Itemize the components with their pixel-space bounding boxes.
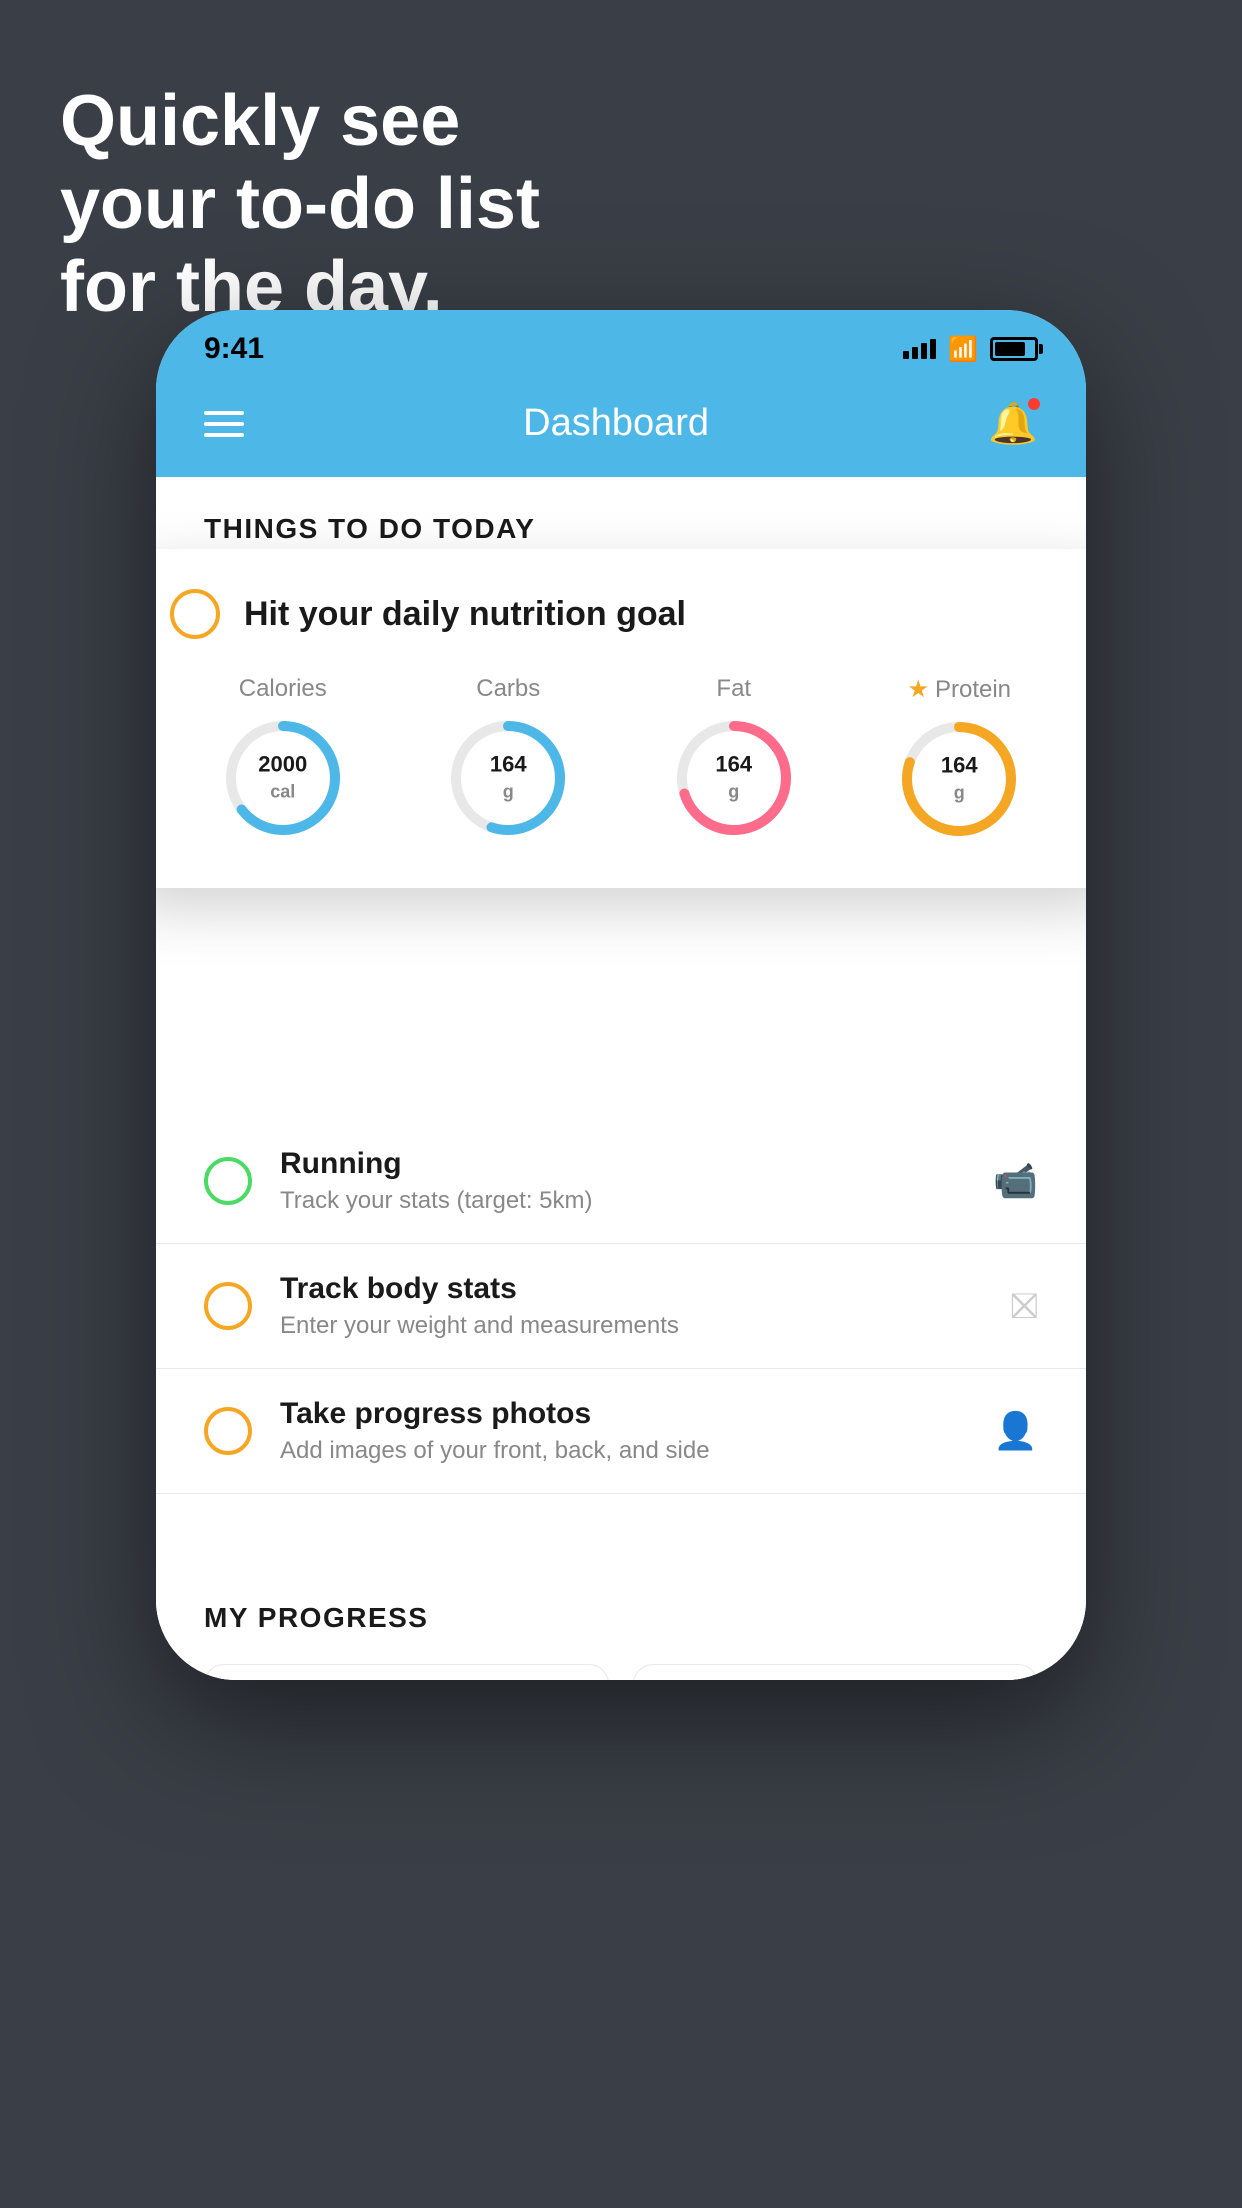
nutrition-row: Calories 2000cal xyxy=(170,675,1072,844)
nav-title: Dashboard xyxy=(523,402,709,445)
running-icon: 📹 xyxy=(993,1160,1038,1202)
protein-value: 164g xyxy=(941,753,978,806)
todo-item-body-stats[interactable]: Track body stats Enter your weight and m… xyxy=(156,1244,1086,1369)
body-fat-card: Body Fat 23 % xyxy=(633,1664,1038,1680)
body-weight-card: Body Weight 100 kg xyxy=(204,1664,609,1680)
protein-donut: 164g xyxy=(894,714,1024,844)
nutrition-checkbox[interactable] xyxy=(170,589,220,639)
carbs-value: 164g xyxy=(490,752,527,805)
nav-bar: Dashboard 🔔 xyxy=(156,380,1086,477)
calories-donut: 2000cal xyxy=(218,713,348,843)
card-header: Hit your daily nutrition goal xyxy=(170,589,1072,639)
wifi-icon: 📶 xyxy=(948,335,978,364)
body-stats-checkbox[interactable] xyxy=(204,1282,252,1330)
running-subtitle: Track your stats (target: 5km) xyxy=(280,1187,965,1215)
nutrition-calories: Calories 2000cal xyxy=(218,675,348,843)
status-icons: 📶 xyxy=(903,335,1038,364)
main-content: THINGS TO DO TODAY Hit your daily nutrit… xyxy=(156,477,1086,1680)
hamburger-menu[interactable] xyxy=(204,411,244,437)
running-checkbox[interactable] xyxy=(204,1157,252,1205)
photos-text: Take progress photos Add images of your … xyxy=(280,1397,965,1465)
status-bar: 9:41 📶 xyxy=(156,310,1086,380)
running-text: Running Track your stats (target: 5km) xyxy=(280,1147,965,1215)
todo-list: Running Track your stats (target: 5km) 📹… xyxy=(156,1119,1086,1494)
progress-header: MY PROGRESS xyxy=(204,1602,1038,1634)
carbs-label: Carbs xyxy=(476,675,540,703)
fat-value: 164g xyxy=(715,752,752,805)
phone-wrapper: 9:41 📶 Dashboard xyxy=(156,310,1086,1680)
progress-section: MY PROGRESS Body Weight 100 kg xyxy=(156,1554,1086,1680)
body-stats-title: Track body stats xyxy=(280,1272,983,1306)
photos-icon: 👤 xyxy=(993,1410,1038,1452)
nutrition-carbs: Carbs 164g xyxy=(443,675,573,843)
star-icon: ★ xyxy=(907,675,929,704)
battery-icon xyxy=(990,337,1038,361)
calories-label: Calories xyxy=(239,675,327,703)
hero-text: Quickly see your to-do list for the day. xyxy=(60,80,540,328)
phone: 9:41 📶 Dashboard xyxy=(156,310,1086,1680)
status-time: 9:41 xyxy=(204,332,264,366)
photos-checkbox[interactable] xyxy=(204,1407,252,1455)
protein-label: ★ Protein xyxy=(907,675,1011,704)
nutrition-card: Hit your daily nutrition goal Calories xyxy=(156,549,1086,888)
notification-bell-icon[interactable]: 🔔 xyxy=(988,400,1038,447)
fat-label: Fat xyxy=(716,675,751,703)
body-stats-icon: ⛝ xyxy=(1011,1285,1038,1328)
fat-donut: 164g xyxy=(669,713,799,843)
photos-subtitle: Add images of your front, back, and side xyxy=(280,1437,965,1465)
carbs-donut: 164g xyxy=(443,713,573,843)
photos-title: Take progress photos xyxy=(280,1397,965,1431)
todo-item-photos[interactable]: Take progress photos Add images of your … xyxy=(156,1369,1086,1494)
body-stats-subtitle: Enter your weight and measurements xyxy=(280,1312,983,1340)
notification-dot xyxy=(1026,396,1042,412)
running-title: Running xyxy=(280,1147,965,1181)
card-title: Hit your daily nutrition goal xyxy=(244,595,686,634)
signal-icon xyxy=(903,339,936,359)
progress-cards: Body Weight 100 kg xyxy=(204,1664,1038,1680)
nutrition-fat: Fat 164g xyxy=(669,675,799,843)
body-stats-text: Track body stats Enter your weight and m… xyxy=(280,1272,983,1340)
todo-item-running[interactable]: Running Track your stats (target: 5km) 📹 xyxy=(156,1119,1086,1244)
calories-value: 2000cal xyxy=(258,752,307,805)
nutrition-protein: ★ Protein 164g xyxy=(894,675,1024,844)
